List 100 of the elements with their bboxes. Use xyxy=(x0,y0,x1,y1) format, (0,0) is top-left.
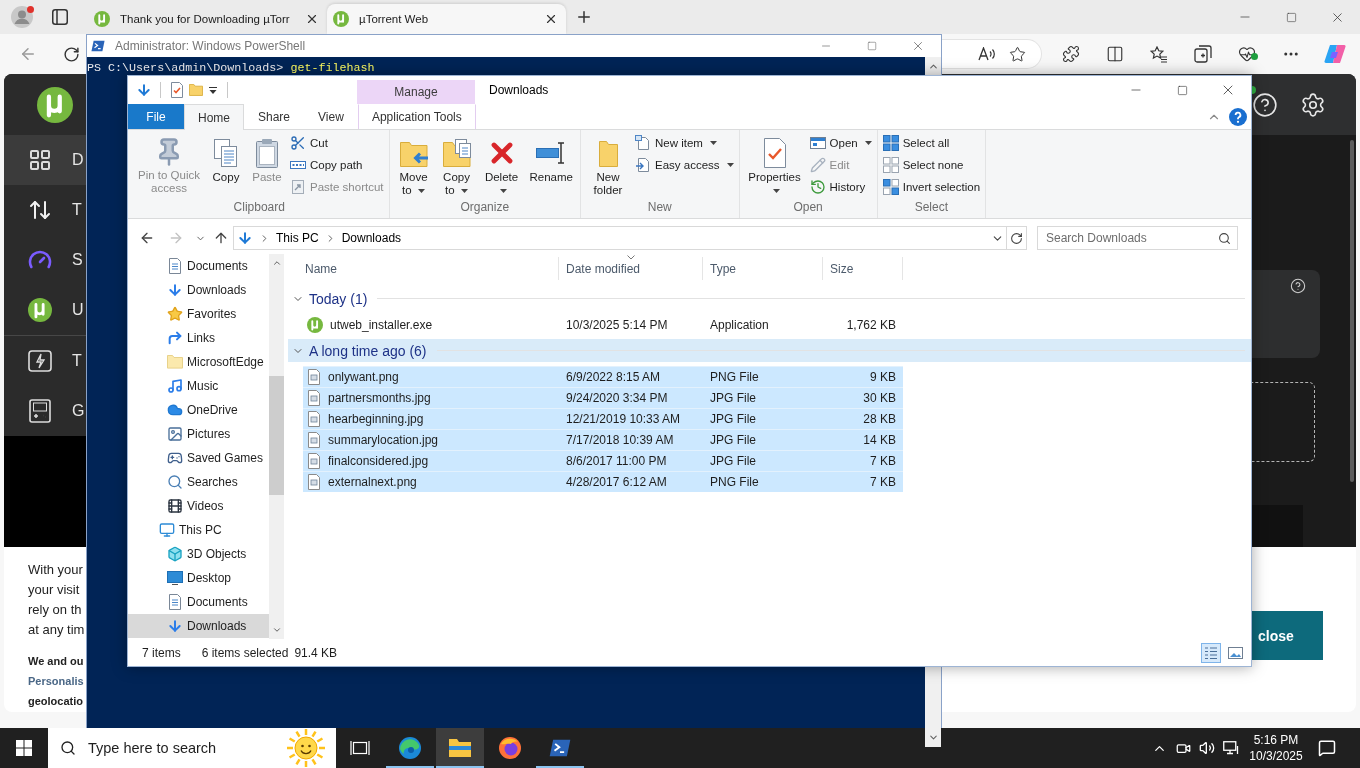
settings-icon[interactable] xyxy=(1300,91,1326,118)
column-header[interactable]: Date modified xyxy=(559,257,703,280)
star-icon[interactable] xyxy=(1008,45,1026,63)
speaker-icon[interactable] xyxy=(1199,740,1215,756)
swirl-logo-icon[interactable] xyxy=(398,736,422,760)
ribbon-button[interactable]: Copy xyxy=(206,134,246,184)
star-list-icon[interactable] xyxy=(1150,45,1168,63)
nav-item[interactable]: MicrosoftEdge xyxy=(128,350,269,374)
sidebar-item[interactable]: T xyxy=(4,185,86,235)
ribbon-button[interactable]: Invert selection xyxy=(880,176,983,198)
ribbon-button[interactable]: Properties xyxy=(742,134,807,197)
heart-pulse-icon[interactable] xyxy=(1238,45,1256,63)
panel-icon[interactable] xyxy=(52,9,68,25)
nav-item[interactable]: Desktop xyxy=(128,566,269,590)
column-header[interactable]: Size xyxy=(823,257,903,280)
read-aloud-icon[interactable] xyxy=(978,47,996,61)
consent-link[interactable]: Personalis xyxy=(28,671,84,691)
file-row[interactable]: utweb_installer.exe 10/3/2025 5:14 PM Application 1,762 KB xyxy=(303,314,903,335)
round-logo-icon[interactable] xyxy=(498,736,522,760)
group-header[interactable]: Today (1) xyxy=(288,287,1251,310)
document-check-icon[interactable] xyxy=(170,82,184,98)
maximize-icon[interactable] xyxy=(1285,11,1297,23)
browser-tab[interactable]: Thank you for Downloading µTorr xyxy=(88,4,327,34)
nav-item[interactable]: Searches xyxy=(128,470,269,494)
file-row[interactable]: onlywant.png 6/9/2022 8:15 AM PNG File 9 KB xyxy=(303,366,903,387)
file-row[interactable]: finalconsidered.jpg 8/6/2017 11:00 PM JPG File 7 KB xyxy=(303,450,903,471)
sidebar-item[interactable]: U xyxy=(4,285,86,335)
network-icon[interactable] xyxy=(1223,741,1239,755)
ribbon-button[interactable]: Easy access xyxy=(633,154,736,176)
plus-icon[interactable] xyxy=(575,8,593,26)
sidebar-item[interactable]: T xyxy=(4,336,86,386)
ribbon-button[interactable]: History xyxy=(807,176,874,198)
ribbon-button[interactable]: Rename xyxy=(525,134,577,184)
nav-item[interactable]: Saved Games xyxy=(128,446,269,470)
group-header[interactable]: A long time ago (6) xyxy=(288,339,1251,362)
ribbon-button[interactable]: Copy path xyxy=(288,154,386,176)
task-view-icon[interactable] xyxy=(350,740,370,756)
file-row[interactable]: partnersmonths.jpg 9/24/2020 3:34 PM JPG File 30 KB xyxy=(303,387,903,408)
ribbon-tab[interactable]: Share xyxy=(244,104,305,129)
column-header[interactable]: Type xyxy=(703,257,823,280)
ribbon-button[interactable]: Delete xyxy=(478,134,525,197)
column-header[interactable]: Name xyxy=(303,257,559,280)
close-button[interactable]: close xyxy=(1252,611,1323,660)
file-row[interactable]: hearbeginning.jpg 12/21/2019 10:33 AM JPG File 28 KB xyxy=(303,408,903,429)
ribbon-button[interactable]: Move to xyxy=(392,134,435,197)
sidebar-item[interactable]: S xyxy=(4,235,86,285)
nav-item[interactable]: Pictures xyxy=(128,422,269,446)
ribbon-button[interactable]: Select none xyxy=(880,154,983,176)
ribbon-tab[interactable]: View xyxy=(304,104,358,129)
stacked-squares-icon[interactable] xyxy=(1194,45,1212,63)
maximize-icon[interactable] xyxy=(1176,84,1188,96)
ribbon-button[interactable]: Open xyxy=(807,132,874,154)
terminal-icon[interactable] xyxy=(549,737,571,759)
details-view-button[interactable] xyxy=(1201,642,1221,663)
ribbon-button[interactable]: New folder xyxy=(584,134,632,197)
ribbon-button[interactable]: Copy to xyxy=(435,134,478,197)
nav-item[interactable]: Videos xyxy=(128,494,269,518)
address-field[interactable]: This PC Downloads xyxy=(233,226,1007,250)
split-screen-icon[interactable] xyxy=(1106,45,1124,63)
search-field[interactable]: Search Downloads xyxy=(1037,226,1238,250)
scroll-up-button[interactable] xyxy=(925,57,941,75)
taskbar-button[interactable] xyxy=(436,728,484,768)
ribbon-button[interactable]: Cut xyxy=(288,132,386,154)
nav-item[interactable]: Downloads xyxy=(128,278,269,302)
nav-item[interactable]: Downloads xyxy=(128,614,269,638)
close-icon[interactable] xyxy=(544,12,558,26)
nav-item[interactable]: Documents xyxy=(128,590,269,614)
refresh-button[interactable] xyxy=(1007,226,1027,250)
scrollbar-thumb[interactable] xyxy=(269,376,284,495)
nav-item[interactable]: 3D Objects xyxy=(128,542,269,566)
browser-tab[interactable]: µTorrent Web xyxy=(327,4,566,34)
chevron-down-icon[interactable] xyxy=(271,625,282,635)
close-icon[interactable] xyxy=(305,12,319,26)
ribbon-button[interactable]: Select all xyxy=(880,132,983,154)
avatar-icon[interactable] xyxy=(11,6,33,28)
refresh-icon[interactable] xyxy=(62,45,80,63)
help-icon[interactable] xyxy=(1290,278,1306,294)
nav-item[interactable]: Music xyxy=(128,374,269,398)
puzzle-icon[interactable] xyxy=(1062,45,1080,63)
nav-item[interactable]: This PC xyxy=(128,518,269,542)
nav-item[interactable]: Documents xyxy=(128,254,269,278)
file-tab[interactable]: File xyxy=(128,104,184,129)
breadcrumb-item[interactable]: Downloads xyxy=(341,231,402,245)
breadcrumb-item[interactable]: This PC xyxy=(276,231,319,245)
search-field[interactable]: Type here to search xyxy=(48,728,336,768)
notification-icon[interactable] xyxy=(1318,739,1336,757)
nav-item[interactable]: Favorites xyxy=(128,302,269,326)
windows-start-icon[interactable] xyxy=(16,740,32,756)
logo-icon[interactable] xyxy=(1324,44,1346,64)
ribbon-button[interactable]: New item xyxy=(633,132,736,154)
customize-caret-icon[interactable] xyxy=(209,86,217,94)
file-row[interactable]: summarylocation.jpg 7/17/2018 10:39 AM JPG File 14 KB xyxy=(303,429,903,450)
chevron-down-icon[interactable] xyxy=(927,732,939,743)
nav-item[interactable]: OneDrive xyxy=(128,398,269,422)
nav-item[interactable]: Links xyxy=(128,326,269,350)
sidebar-item[interactable]: G xyxy=(4,386,86,436)
address-field[interactable] xyxy=(942,39,1042,69)
sidebar-item[interactable]: D xyxy=(4,135,86,185)
ribbon-tab[interactable]: Home xyxy=(184,104,244,130)
file-row[interactable]: externalnext.png 4/28/2017 6:12 AM PNG File 7 KB xyxy=(303,471,903,492)
